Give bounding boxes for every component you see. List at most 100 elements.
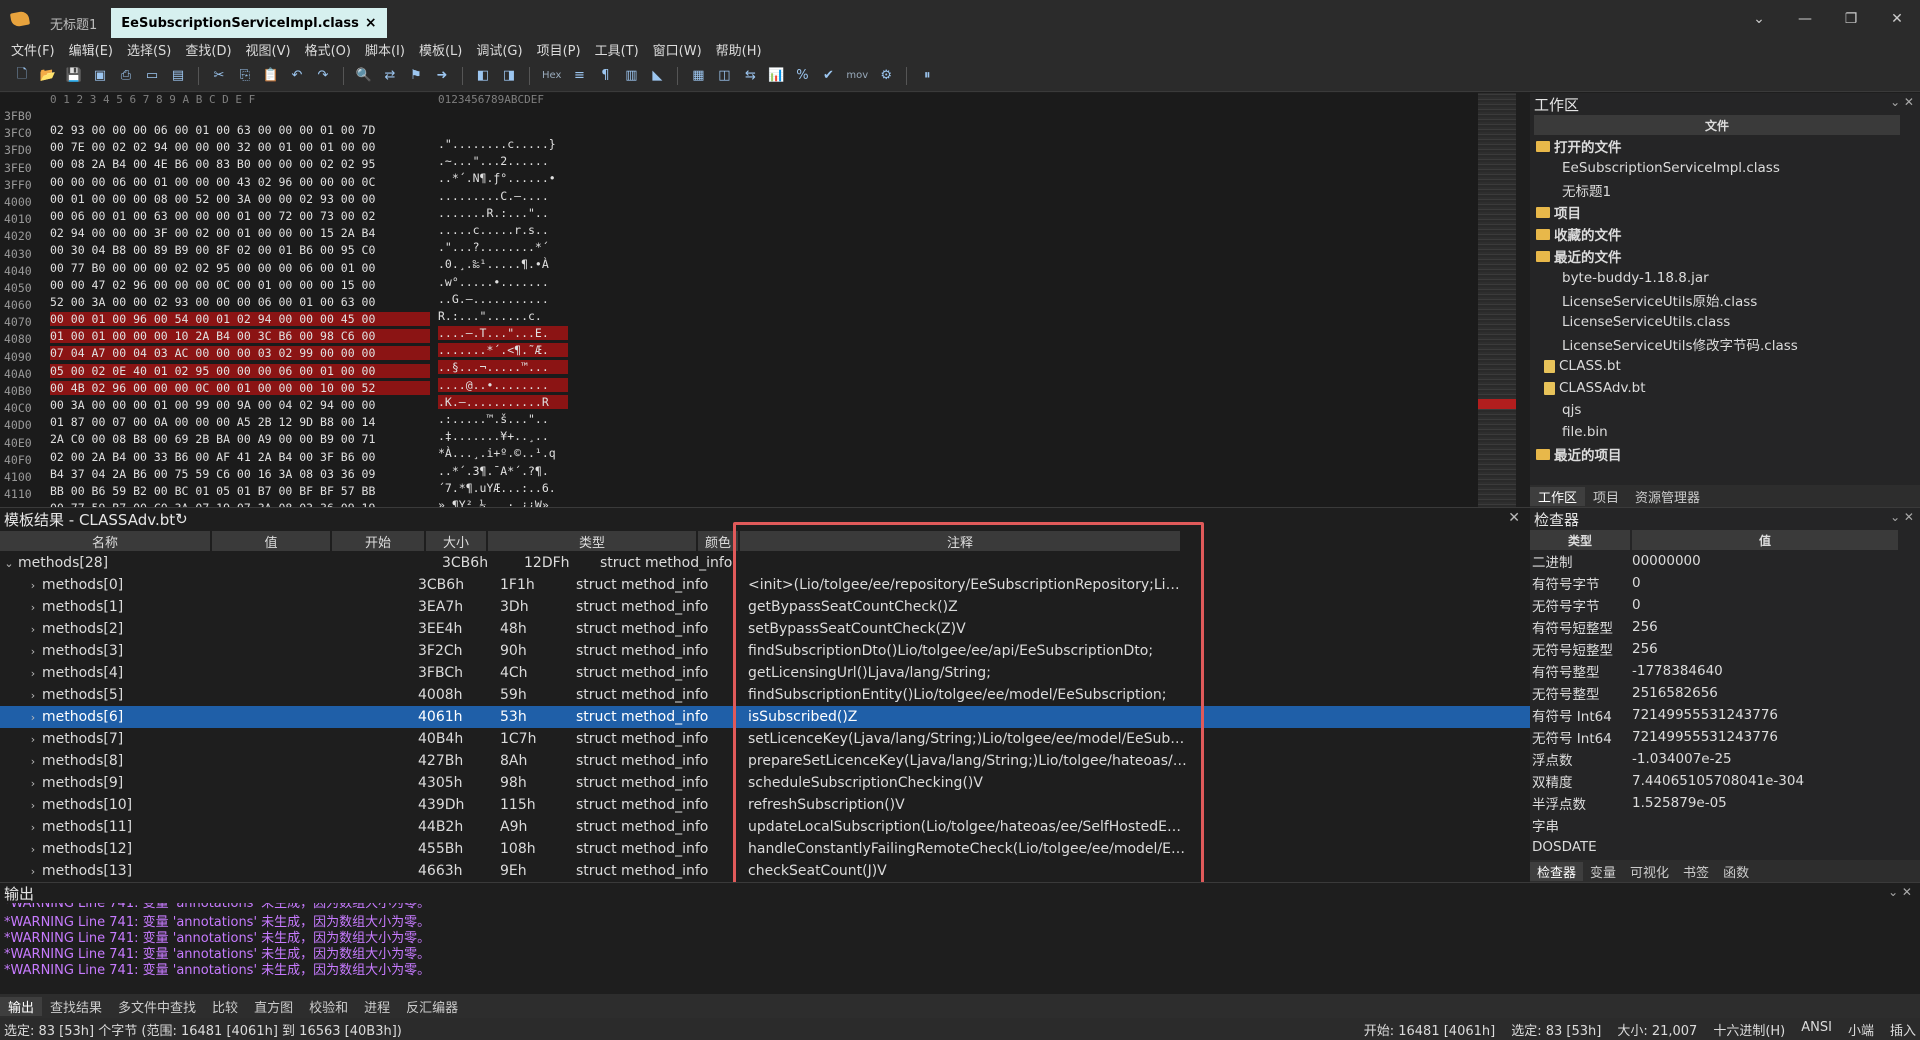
template-icon[interactable]: ◧ — [473, 66, 493, 86]
inspector-row[interactable]: 有符号整型 -1778384640 — [1530, 660, 1920, 682]
inspector-value[interactable]: 7.44065105708041e-304 — [1632, 773, 1804, 789]
inspector-row[interactable]: 双精度 7.44065105708041e-304 — [1530, 770, 1920, 792]
inspector-row[interactable]: 有符号字节 0 — [1530, 572, 1920, 594]
encoding-status[interactable]: ANSI — [1801, 1020, 1832, 1039]
expand-icon[interactable]: › — [24, 777, 42, 790]
text-mode-icon[interactable]: ≡ — [569, 66, 589, 86]
tab-find-in-files[interactable]: 多文件中查找 — [110, 997, 204, 1016]
menu-edit[interactable]: 编辑(E) — [62, 40, 120, 59]
workspace-file[interactable]: CLASS.bt — [1530, 355, 1920, 377]
table-row[interactable]: › methods[6] 4061h 53h struct method_info… — [0, 706, 1530, 728]
col-type[interactable]: 类型 — [488, 531, 696, 551]
workspace-folder[interactable]: 收藏的文件 — [1530, 223, 1920, 245]
menu-select[interactable]: 选择(S) — [120, 40, 178, 59]
disassembler-button[interactable]: mov — [844, 66, 870, 86]
select-icon[interactable]: ◣ — [647, 66, 667, 86]
table-row[interactable]: › methods[5] 4008h 59h struct method_info… — [0, 684, 1530, 706]
check-icon[interactable]: ✔ — [818, 66, 838, 86]
workspace-file[interactable]: LicenseServiceUtils.class — [1530, 311, 1920, 333]
col-value[interactable]: 值 — [1632, 530, 1898, 550]
hex-row[interactable]: 4080 07 04 A7 00 04 03 AC 00 00 00 03 02… — [0, 332, 1480, 375]
hex-row[interactable]: 3FC0 00 7E 00 02 02 94 00 00 00 32 00 01… — [0, 126, 1480, 168]
workspace-folder[interactable]: 打开的文件 — [1530, 135, 1920, 157]
table-row[interactable]: › methods[7] 40B4h 1C7h struct method_inf… — [0, 728, 1530, 750]
undo-icon[interactable]: ↶ — [287, 66, 307, 86]
inspector-value[interactable]: 256 — [1632, 641, 1658, 657]
hex-row[interactable]: 4040 00 00 47 02 96 00 00 00 0C 00 01 00… — [0, 264, 1480, 306]
inspector-row[interactable]: 半浮点数 1.525879e-05 — [1530, 792, 1920, 814]
workspace-file[interactable]: LicenseServiceUtils原始.class — [1530, 289, 1920, 311]
hex-row[interactable]: 40B0 00 3A 00 00 00 01 00 99 00 9A 00 04… — [0, 384, 1480, 426]
panel-close-icon[interactable]: ✕ — [1508, 510, 1520, 526]
menu-tools[interactable]: 工具(T) — [588, 40, 646, 59]
col-type[interactable]: 类型 — [1530, 530, 1630, 550]
find-in-files-icon[interactable]: ⚑ — [406, 66, 426, 86]
inspector-row[interactable]: 有符号 Int64 72149955531243776 — [1530, 704, 1920, 726]
restore-button[interactable]: ❐ — [1828, 0, 1874, 38]
workspace-file[interactable]: qjs — [1530, 399, 1920, 421]
compare-icon[interactable]: ◫ — [714, 66, 734, 86]
menu-template[interactable]: 模板(L) — [412, 40, 469, 59]
mode-status[interactable]: 十六进制(H) — [1713, 1020, 1785, 1039]
inspector-row[interactable]: 字串 — [1530, 814, 1920, 836]
inspector-value[interactable]: 256 — [1632, 619, 1658, 635]
inspector-row[interactable]: 无符号字节 0 — [1530, 594, 1920, 616]
tab-process[interactable]: 进程 — [356, 997, 398, 1016]
hex-scrollbar[interactable] — [1516, 93, 1530, 507]
hex-row[interactable]: 4020 00 30 04 B8 00 89 B9 00 8F 02 00 01… — [0, 229, 1480, 271]
menu-file[interactable]: 文件(F) — [4, 40, 62, 59]
menu-view[interactable]: 视图(V) — [239, 40, 298, 59]
refresh-icon[interactable]: ↻ — [175, 510, 188, 528]
table-row[interactable]: › methods[3] 3F2Ch 90h struct method_info… — [0, 640, 1530, 662]
hex-minimap[interactable] — [1478, 93, 1516, 507]
insert-status[interactable]: 插入 — [1890, 1020, 1916, 1039]
col-start[interactable]: 开始 — [332, 531, 424, 551]
script-icon[interactable]: ◨ — [499, 66, 519, 86]
tab-explorer[interactable]: 资源管理器 — [1627, 487, 1708, 506]
workspace-file[interactable]: CLASSAdv.bt — [1530, 377, 1920, 399]
inspector-value[interactable]: 2516582656 — [1632, 685, 1718, 701]
tab-checksum[interactable]: 校验和 — [301, 997, 356, 1016]
tab-eesubscription[interactable]: EeSubscriptionServiceImpl.class × — [111, 8, 387, 38]
workspace-folder[interactable]: 项目 — [1530, 201, 1920, 223]
copy-icon[interactable]: ⎘ — [235, 66, 255, 86]
hex-row[interactable]: 4000 00 06 00 01 00 63 00 00 00 01 00 72… — [0, 195, 1480, 237]
inspector-row[interactable]: 无符号 Int64 72149955531243776 — [1530, 726, 1920, 748]
table-row[interactable]: › methods[12] 455Bh 108h struct method_in… — [0, 838, 1530, 860]
tab-bookmarks[interactable]: 书签 — [1676, 862, 1716, 881]
workspace-folder[interactable]: 最近的项目 — [1530, 443, 1920, 465]
hex-row[interactable]: 3FB0 02 93 00 00 00 06 00 01 00 63 00 00… — [0, 109, 1480, 151]
table-row[interactable]: › methods[4] 3FBCh 4Ch struct method_info… — [0, 662, 1530, 684]
hex-row[interactable]: 40E0 02 00 2A B4 00 33 B6 00 AF 41 2A B4… — [0, 436, 1480, 478]
tab-find-results[interactable]: 查找结果 — [42, 997, 110, 1016]
calculator-icon[interactable]: ▦ — [688, 66, 708, 86]
panel-close-icon[interactable]: ⌄ ✕ — [1888, 885, 1912, 899]
print-icon[interactable]: ⎙ — [116, 66, 136, 86]
expand-icon[interactable]: › — [24, 799, 42, 812]
inspector-row[interactable]: 有符号短整型 256 — [1530, 616, 1920, 638]
hex-row[interactable]: 4060 00 00 01 00 96 00 54 00 01 02 94 00… — [0, 298, 1480, 341]
tab-output[interactable]: 输出 — [0, 996, 43, 1016]
inspector-value[interactable]: 1.525879e-05 — [1632, 795, 1727, 811]
checksum-icon[interactable]: ⇆ — [740, 66, 760, 86]
hex-row[interactable]: 40C0 01 87 00 07 00 0A 00 00 00 A5 2B 12… — [0, 401, 1480, 443]
table-row[interactable]: › methods[8] 427Bh 8Ah struct method_info… — [0, 750, 1530, 772]
workspace-icon[interactable]: ▤ — [168, 66, 188, 86]
paragraph-icon[interactable]: ¶ — [595, 66, 615, 86]
workspace-column-header[interactable]: 文件 — [1534, 115, 1900, 135]
histogram-icon[interactable]: 📊 — [766, 66, 786, 86]
expand-icon[interactable]: › — [24, 821, 42, 834]
redo-icon[interactable]: ↷ — [313, 66, 333, 86]
panel-close-icon[interactable]: ⌄ ✕ — [1890, 510, 1914, 524]
tab-functions[interactable]: 函数 — [1716, 862, 1756, 881]
collapse-icon[interactable]: ⌄ — [0, 557, 18, 570]
table-row[interactable]: ⌄ methods[28] 3CB6h 12DFh struct method_i… — [0, 552, 1530, 574]
hex-row[interactable]: 40F0 B4 37 04 2A B6 00 75 59 C6 00 16 3A… — [0, 453, 1480, 495]
hex-row[interactable]: 4070 01 00 01 00 00 00 10 2A B4 00 3C B6… — [0, 315, 1480, 358]
inspector-row[interactable]: 无符号短整型 256 — [1530, 638, 1920, 660]
menu-search[interactable]: 查找(D) — [178, 40, 238, 59]
tab-compare[interactable]: 比较 — [204, 997, 246, 1016]
workspace-file[interactable]: EeSubscriptionServiceImpl.class — [1530, 157, 1920, 179]
save-icon[interactable]: 💾 — [64, 66, 84, 86]
hex-row[interactable]: 4010 02 94 00 00 00 3F 00 02 00 01 00 00… — [0, 212, 1480, 254]
